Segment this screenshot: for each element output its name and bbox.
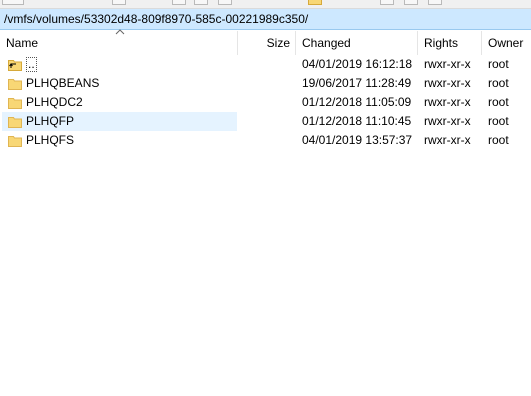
toolbar-button[interactable] (194, 0, 208, 5)
file-name: PLHQDC2 (26, 95, 83, 109)
changed-cell: 01/12/2018 11:05:09 (302, 95, 412, 109)
rights-cell: rwxr-xr-x (424, 76, 471, 90)
folder-icon (8, 117, 22, 128)
table-row[interactable]: PLHQBEANS 19/06/2017 11:28:49 rwxr-xr-x … (0, 74, 531, 93)
file-name: PLHQFP (26, 114, 75, 128)
column-header-changed-label: Changed (302, 36, 351, 50)
changed-cell: 04/01/2019 16:12:18 (302, 57, 413, 71)
path-bar[interactable]: /vmfs/volumes/53302d48-809f8970-585c-002… (0, 9, 531, 30)
name-cell: PLHQBEANS (2, 74, 237, 93)
toolbar-strip (0, 0, 531, 9)
file-name: PLHQBEANS (26, 76, 100, 90)
rights-cell: rwxr-xr-x (424, 95, 471, 109)
folder-icon (8, 79, 22, 90)
owner-cell: root (488, 114, 509, 128)
owner-cell: root (488, 95, 509, 109)
toolbar-button[interactable] (428, 0, 442, 5)
changed-cell: 19/06/2017 11:28:49 (302, 76, 412, 90)
changed-cell: 01/12/2018 11:10:45 (302, 114, 412, 128)
column-header-size[interactable]: Size (238, 31, 296, 55)
folder-icon (8, 98, 22, 109)
path-text: /vmfs/volumes/53302d48-809f8970-585c-002… (4, 12, 309, 26)
toolbar-button[interactable] (2, 0, 24, 5)
table-row-selected[interactable]: PLHQFP 01/12/2018 11:10:45 rwxr-xr-x roo… (0, 112, 531, 131)
column-header-name-label: Name (6, 36, 39, 50)
rights-cell: rwxr-xr-x (424, 57, 471, 71)
rights-cell: rwxr-xr-x (424, 133, 471, 147)
toolbar-button[interactable] (218, 0, 232, 5)
column-header-size-label: Size (266, 36, 290, 50)
toolbar-button[interactable] (380, 0, 394, 5)
column-header-owner-label: Owner (488, 36, 524, 50)
rights-cell: rwxr-xr-x (424, 114, 471, 128)
name-cell: PLHQDC2 (2, 93, 237, 112)
changed-cell: 04/01/2019 13:57:37 (302, 133, 413, 147)
table-row[interactable]: .. 04/01/2019 16:12:18 rwxr-xr-x root (0, 55, 531, 74)
toolbar-button[interactable] (172, 0, 186, 5)
owner-cell: root (488, 133, 509, 147)
file-list-empty-area[interactable] (0, 150, 531, 396)
table-row[interactable]: PLHQDC2 01/12/2018 11:05:09 rwxr-xr-x ro… (0, 93, 531, 112)
column-header-changed[interactable]: Changed (296, 31, 418, 55)
column-header-rights[interactable]: Rights (418, 31, 482, 55)
column-header: Name Size Changed Rights Owner (0, 29, 531, 55)
column-header-name[interactable]: Name (0, 29, 238, 55)
column-header-owner[interactable]: Owner (482, 31, 531, 55)
file-name: PLHQFS (26, 133, 75, 147)
parent-folder-icon (8, 60, 22, 71)
name-cell: PLHQFP (2, 112, 237, 131)
owner-cell: root (488, 57, 509, 71)
name-cell: .. (2, 55, 237, 74)
file-name: .. (26, 57, 37, 72)
owner-cell: root (488, 76, 509, 90)
toolbar-button[interactable] (404, 0, 418, 5)
sort-ascending-icon (115, 29, 125, 35)
column-header-rights-label: Rights (424, 36, 459, 50)
table-row[interactable]: PLHQFS 04/01/2019 13:57:37 rwxr-xr-x roo… (0, 131, 531, 150)
folder-icon (8, 136, 22, 147)
toolbar-button[interactable] (112, 0, 126, 5)
folder-icon[interactable] (308, 0, 322, 5)
name-cell: PLHQFS (2, 131, 237, 150)
